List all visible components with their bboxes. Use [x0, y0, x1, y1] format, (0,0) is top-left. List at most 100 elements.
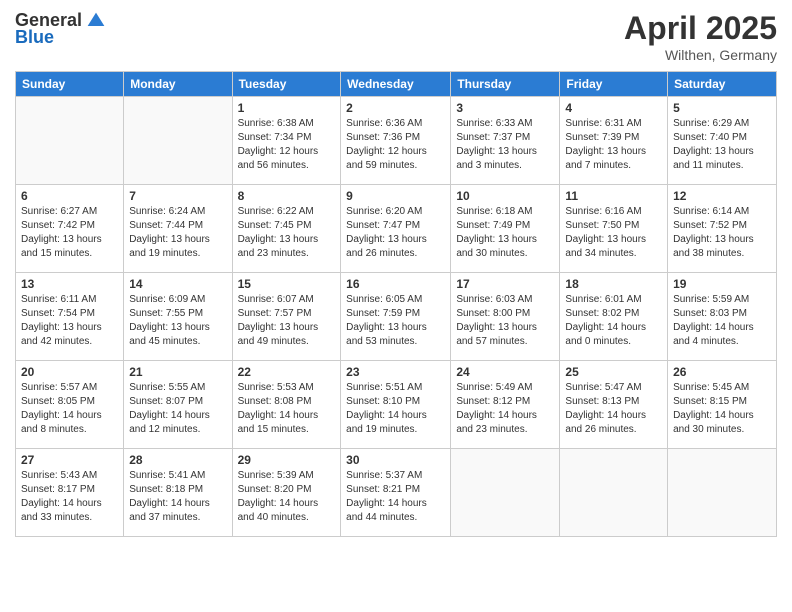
- day-number: 24: [456, 365, 554, 379]
- day-number: 28: [129, 453, 226, 467]
- calendar-cell: 28 Sunrise: 5:41 AM Sunset: 8:18 PM Dayli…: [124, 449, 232, 537]
- calendar-cell: 24Sunrise: 5:49 AM Sunset: 8:12 PM Dayli…: [451, 361, 560, 449]
- logo-blue-text: Blue: [15, 27, 54, 48]
- calendar-cell: 9 Sunrise: 6:20 AM Sunset: 7:47 PM Daylig…: [341, 185, 451, 273]
- day-number: 14: [129, 277, 226, 291]
- calendar-week-row: 6Sunrise: 6:27 AM Sunset: 7:42 PM Daylig…: [16, 185, 777, 273]
- logo: General Blue: [15, 10, 106, 48]
- day-info: Sunrise: 6:36 AM Sunset: 7:36 PM Dayligh…: [346, 118, 427, 171]
- calendar-cell: 14Sunrise: 6:09 AM Sunset: 7:55 PM Dayli…: [124, 273, 232, 361]
- title-area: April 2025 Wilthen, Germany: [624, 10, 777, 63]
- header: General Blue April 2025 Wilthen, Germany: [15, 10, 777, 63]
- calendar-week-row: 20 Sunrise: 5:57 AM Sunset: 8:05 PM Dayli…: [16, 361, 777, 449]
- day-number: 22: [238, 365, 336, 379]
- day-info: Sunrise: 5:43 AM Sunset: 8:17 PM Dayligh…: [21, 470, 102, 523]
- day-number: 29: [238, 453, 336, 467]
- day-number: 8: [238, 189, 336, 203]
- calendar-cell: 17 Sunrise: 6:03 AM Sunset: 8:00 PM Dayli…: [451, 273, 560, 361]
- calendar-cell: 19Sunrise: 5:59 AM Sunset: 8:03 PM Dayli…: [668, 273, 777, 361]
- calendar-cell: 1 Sunrise: 6:38 AM Sunset: 7:34 PM Daylig…: [232, 97, 341, 185]
- calendar-cell: 8 Sunrise: 6:22 AM Sunset: 7:45 PM Daylig…: [232, 185, 341, 273]
- calendar-cell: 16 Sunrise: 6:05 AM Sunset: 7:59 PM Dayli…: [341, 273, 451, 361]
- header-day: Monday: [124, 72, 232, 97]
- day-info: Sunrise: 6:18 AM Sunset: 7:49 PM Dayligh…: [456, 206, 537, 259]
- day-number: 15: [238, 277, 336, 291]
- calendar-cell: [668, 449, 777, 537]
- day-number: 10: [456, 189, 554, 203]
- day-info: Sunrise: 6:16 AM Sunset: 7:50 PM Dayligh…: [565, 206, 646, 259]
- header-day: Thursday: [451, 72, 560, 97]
- calendar-cell: 3 Sunrise: 6:33 AM Sunset: 7:37 PM Daylig…: [451, 97, 560, 185]
- day-number: 7: [129, 189, 226, 203]
- title-month: April 2025: [624, 10, 777, 47]
- day-number: 1: [238, 101, 336, 115]
- day-number: 23: [346, 365, 445, 379]
- calendar-cell: 2 Sunrise: 6:36 AM Sunset: 7:36 PM Daylig…: [341, 97, 451, 185]
- day-number: 25: [565, 365, 662, 379]
- header-day: Tuesday: [232, 72, 341, 97]
- day-number: 30: [346, 453, 445, 467]
- day-info: Sunrise: 6:20 AM Sunset: 7:47 PM Dayligh…: [346, 206, 427, 259]
- page: General Blue April 2025 Wilthen, Germany…: [0, 0, 792, 612]
- day-info: Sunrise: 6:31 AM Sunset: 7:39 PM Dayligh…: [565, 118, 646, 171]
- day-info: Sunrise: 5:41 AM Sunset: 8:18 PM Dayligh…: [129, 470, 210, 523]
- calendar-cell: 15 Sunrise: 6:07 AM Sunset: 7:57 PM Dayli…: [232, 273, 341, 361]
- day-info: Sunrise: 5:51 AM Sunset: 8:10 PM Dayligh…: [346, 382, 427, 435]
- day-info: Sunrise: 6:01 AM Sunset: 8:02 PM Dayligh…: [565, 294, 646, 347]
- day-number: 3: [456, 101, 554, 115]
- day-number: 5: [673, 101, 771, 115]
- day-info: Sunrise: 6:22 AM Sunset: 7:45 PM Dayligh…: [238, 206, 319, 259]
- calendar-cell: 26Sunrise: 5:45 AM Sunset: 8:15 PM Dayli…: [668, 361, 777, 449]
- day-number: 4: [565, 101, 662, 115]
- day-number: 2: [346, 101, 445, 115]
- day-info: Sunrise: 5:55 AM Sunset: 8:07 PM Dayligh…: [129, 382, 210, 435]
- day-info: Sunrise: 6:29 AM Sunset: 7:40 PM Dayligh…: [673, 118, 754, 171]
- calendar-cell: 11Sunrise: 6:16 AM Sunset: 7:50 PM Dayli…: [560, 185, 668, 273]
- header-day: Wednesday: [341, 72, 451, 97]
- calendar-cell: [560, 449, 668, 537]
- day-info: Sunrise: 5:47 AM Sunset: 8:13 PM Dayligh…: [565, 382, 646, 435]
- calendar-week-row: 27 Sunrise: 5:43 AM Sunset: 8:17 PM Dayli…: [16, 449, 777, 537]
- day-info: Sunrise: 5:37 AM Sunset: 8:21 PM Dayligh…: [346, 470, 427, 523]
- day-number: 9: [346, 189, 445, 203]
- day-number: 20: [21, 365, 118, 379]
- header-day: Friday: [560, 72, 668, 97]
- day-info: Sunrise: 6:11 AM Sunset: 7:54 PM Dayligh…: [21, 294, 102, 347]
- calendar-cell: 7 Sunrise: 6:24 AM Sunset: 7:44 PM Daylig…: [124, 185, 232, 273]
- calendar-cell: 25 Sunrise: 5:47 AM Sunset: 8:13 PM Dayli…: [560, 361, 668, 449]
- calendar-cell: 29Sunrise: 5:39 AM Sunset: 8:20 PM Dayli…: [232, 449, 341, 537]
- day-number: 6: [21, 189, 118, 203]
- header-row: SundayMondayTuesdayWednesdayThursdayFrid…: [16, 72, 777, 97]
- header-day: Sunday: [16, 72, 124, 97]
- day-info: Sunrise: 6:33 AM Sunset: 7:37 PM Dayligh…: [456, 118, 537, 171]
- calendar-cell: 23 Sunrise: 5:51 AM Sunset: 8:10 PM Dayli…: [341, 361, 451, 449]
- day-info: Sunrise: 6:03 AM Sunset: 8:00 PM Dayligh…: [456, 294, 537, 347]
- calendar-cell: [124, 97, 232, 185]
- day-info: Sunrise: 5:57 AM Sunset: 8:05 PM Dayligh…: [21, 382, 102, 435]
- day-number: 27: [21, 453, 118, 467]
- calendar-cell: 30 Sunrise: 5:37 AM Sunset: 8:21 PM Dayli…: [341, 449, 451, 537]
- day-number: 18: [565, 277, 662, 291]
- day-info: Sunrise: 6:05 AM Sunset: 7:59 PM Dayligh…: [346, 294, 427, 347]
- logo-icon: [86, 11, 106, 31]
- calendar-week-row: 1 Sunrise: 6:38 AM Sunset: 7:34 PM Daylig…: [16, 97, 777, 185]
- calendar-body: 1 Sunrise: 6:38 AM Sunset: 7:34 PM Daylig…: [16, 97, 777, 537]
- day-info: Sunrise: 6:07 AM Sunset: 7:57 PM Dayligh…: [238, 294, 319, 347]
- day-info: Sunrise: 6:38 AM Sunset: 7:34 PM Dayligh…: [238, 118, 319, 171]
- day-info: Sunrise: 5:53 AM Sunset: 8:08 PM Dayligh…: [238, 382, 319, 435]
- day-number: 21: [129, 365, 226, 379]
- day-number: 16: [346, 277, 445, 291]
- day-number: 17: [456, 277, 554, 291]
- calendar-week-row: 13 Sunrise: 6:11 AM Sunset: 7:54 PM Dayli…: [16, 273, 777, 361]
- calendar-table: SundayMondayTuesdayWednesdayThursdayFrid…: [15, 71, 777, 537]
- day-info: Sunrise: 6:24 AM Sunset: 7:44 PM Dayligh…: [129, 206, 210, 259]
- calendar-header: SundayMondayTuesdayWednesdayThursdayFrid…: [16, 72, 777, 97]
- day-info: Sunrise: 6:14 AM Sunset: 7:52 PM Dayligh…: [673, 206, 754, 259]
- calendar-cell: 27 Sunrise: 5:43 AM Sunset: 8:17 PM Dayli…: [16, 449, 124, 537]
- calendar-cell: 10 Sunrise: 6:18 AM Sunset: 7:49 PM Dayli…: [451, 185, 560, 273]
- day-info: Sunrise: 5:45 AM Sunset: 8:15 PM Dayligh…: [673, 382, 754, 435]
- calendar-cell: 5 Sunrise: 6:29 AM Sunset: 7:40 PM Daylig…: [668, 97, 777, 185]
- calendar-cell: 21 Sunrise: 5:55 AM Sunset: 8:07 PM Dayli…: [124, 361, 232, 449]
- title-location: Wilthen, Germany: [624, 47, 777, 63]
- day-number: 13: [21, 277, 118, 291]
